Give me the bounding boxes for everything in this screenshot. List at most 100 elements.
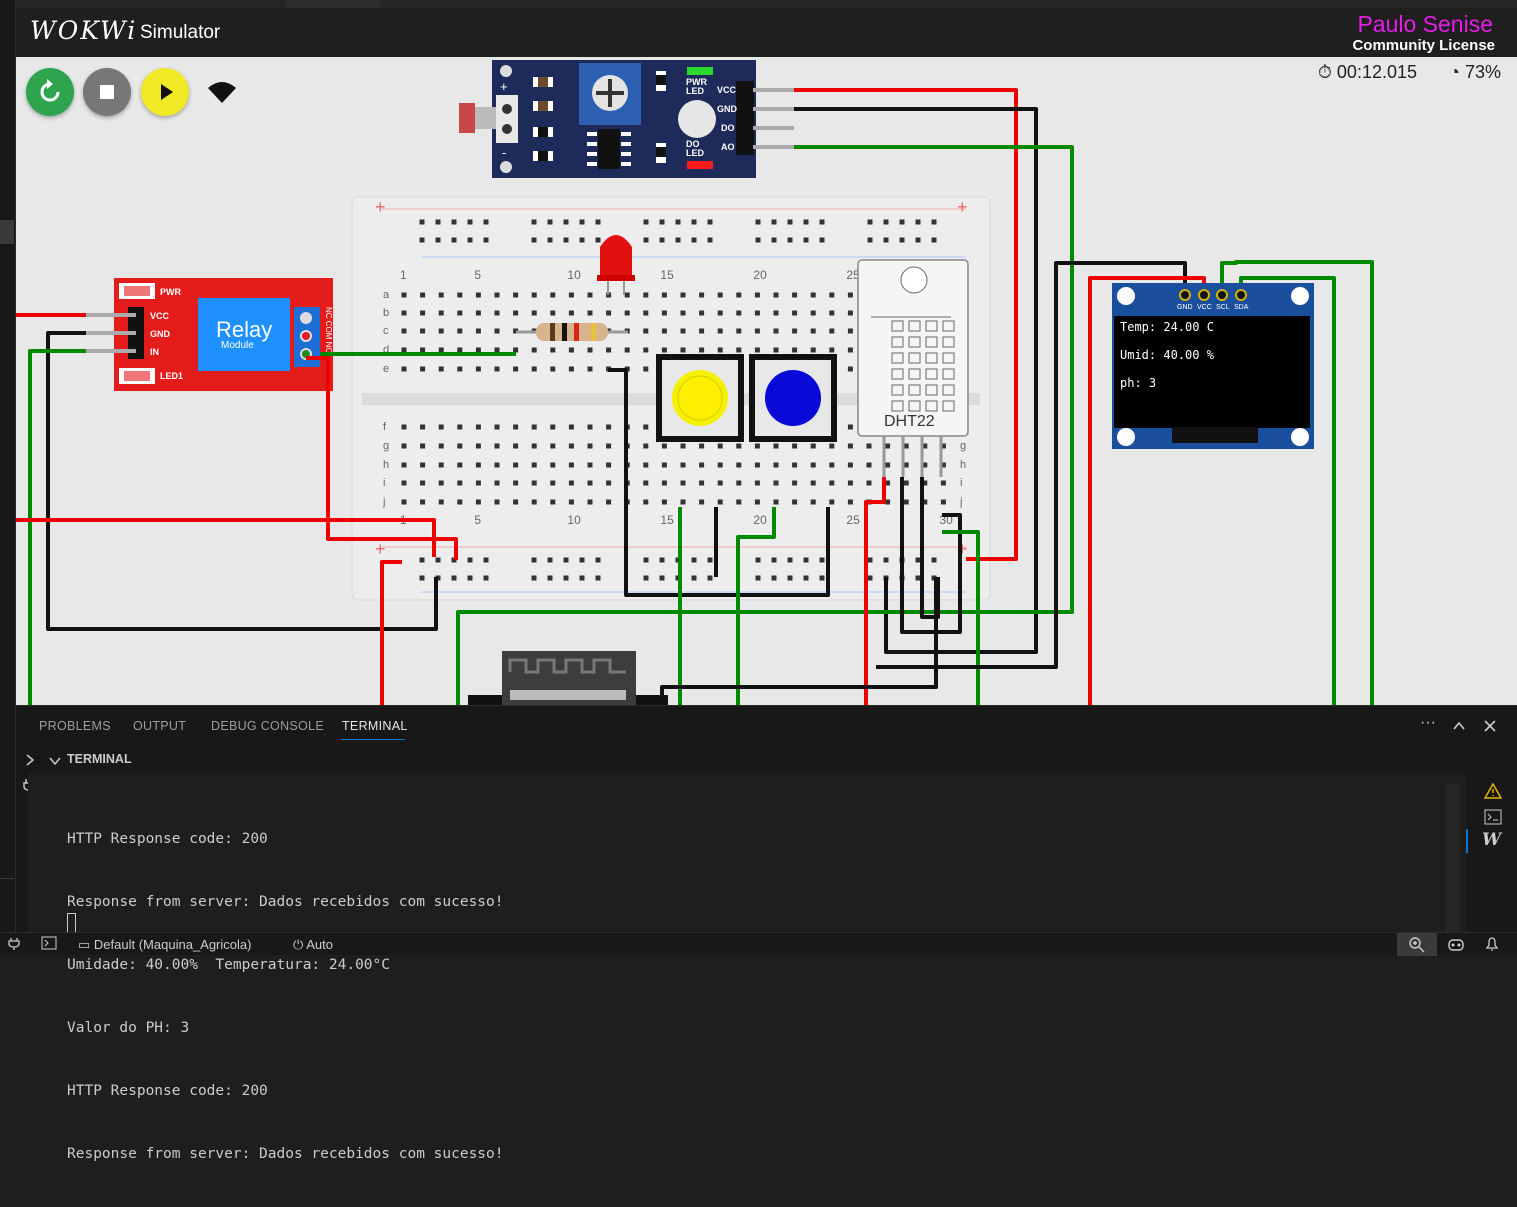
terminal-cursor: [67, 913, 76, 933]
breadboard-hole: [401, 462, 407, 468]
sim-speed: ◔ 73%: [1449, 62, 1501, 82]
play-button[interactable]: [141, 68, 189, 116]
breadboard-hole: [420, 424, 426, 430]
breadboard-hole: [401, 443, 407, 449]
wokwi-terminal-icon[interactable]: W: [1482, 830, 1501, 850]
breadboard-row-label: a: [383, 289, 390, 301]
oled-line-umid: Umid: 40.00 %: [1120, 348, 1215, 362]
breadboard-hole: [568, 424, 574, 430]
breadboard-hole: [513, 443, 519, 449]
breadboard-hole: [595, 575, 601, 581]
breadboard-hole: [829, 328, 835, 334]
breadboard-hole: [475, 328, 481, 334]
tab-terminal[interactable]: TERMINAL: [342, 719, 408, 733]
tab-debug-console[interactable]: DEBUG CONSOLE: [211, 719, 324, 733]
breadboard-hole: [420, 480, 426, 486]
breadboard-hole: [587, 499, 593, 505]
stopwatch-icon: ⏱: [1317, 62, 1332, 82]
breadboard-hole: [883, 237, 889, 243]
breadboard-row-label: e: [383, 363, 389, 375]
breadboard-hole: [866, 462, 872, 468]
blue-pushbutton[interactable]: [749, 354, 837, 442]
breadboard-hole: [494, 424, 500, 430]
breadboard-hole: [550, 462, 556, 468]
breadboard-hole: [475, 462, 481, 468]
breadboard-hole: [717, 462, 723, 468]
tab-problems[interactable]: PROBLEMS: [39, 719, 111, 733]
breadboard-hole: [847, 292, 853, 298]
plug-status-icon[interactable]: [8, 937, 20, 951]
maximize-panel-icon[interactable]: [1452, 719, 1466, 733]
stop-button[interactable]: [83, 68, 131, 116]
ldr-sensor-module[interactable]: +- PWRLED DOLED VCC GND DO AO: [459, 60, 794, 178]
breadboard-hole: [810, 328, 816, 334]
oled-display[interactable]: GND VCC SCL SDA Temp: 24.00 C Umid: 40.0…: [1112, 283, 1314, 449]
breadboard-hole: [483, 575, 489, 581]
breadboard-hole: [438, 462, 444, 468]
breadboard-hole: [717, 443, 723, 449]
breadboard-hole: [736, 292, 742, 298]
more-actions-icon[interactable]: ···: [1420, 714, 1436, 732]
breadboard-hole: [803, 575, 809, 581]
breadboard-hole: [829, 347, 835, 353]
close-panel-icon[interactable]: [1483, 719, 1497, 733]
restart-button[interactable]: [26, 68, 74, 116]
terminal-section-title[interactable]: TERMINAL: [67, 752, 132, 766]
breadboard-hole: [787, 219, 793, 225]
terminal-scrollbar[interactable]: [1446, 784, 1460, 932]
breadboard-hole: [475, 366, 481, 372]
breadboard-hole: [513, 347, 519, 353]
terminal-icon[interactable]: [1484, 809, 1502, 825]
breadboard-hole: [531, 424, 537, 430]
breadboard-hole: [467, 557, 473, 563]
chevron-down-icon[interactable]: [49, 755, 61, 767]
breadboard-hole: [643, 443, 649, 449]
breadboard-hole: [494, 366, 500, 372]
relay-module[interactable]: PWR LED1 VCC GND IN Relay Module NC COM …: [86, 278, 333, 391]
breadboard-hole: [829, 443, 835, 449]
copilot-icon[interactable]: [1447, 936, 1465, 952]
breadboard-hole: [513, 480, 519, 486]
active-tab-indicator: [341, 739, 405, 740]
breadboard-hole: [680, 310, 686, 316]
zoom-button[interactable]: [1397, 933, 1437, 956]
breadboard-hole: [773, 310, 779, 316]
breadboard-column-label: 20: [753, 513, 767, 527]
breadboard-hole: [675, 219, 681, 225]
simulation-canvas[interactable]: + + + + 115510101515202025253030 aabbccd…: [16, 57, 1517, 705]
profile-status[interactable]: ▭ Default (Maquina_Agricola): [78, 937, 251, 953]
wifi-icon[interactable]: [206, 79, 238, 107]
breadboard-hole: [494, 310, 500, 316]
relay-pin-in: IN: [150, 347, 159, 357]
terminal-output[interactable]: HTTP Response code: 200 Response from se…: [28, 773, 1466, 1162]
notifications-icon[interactable]: [1484, 936, 1500, 952]
breadboard-hole: [451, 219, 457, 225]
breadboard-hole: [659, 237, 665, 243]
breadboard-hole: [494, 328, 500, 334]
breadboard-hole: [659, 219, 665, 225]
breadboard-hole: [563, 557, 569, 563]
mode-status[interactable]: ⏻ Auto: [293, 937, 333, 953]
breadboard-hole: [568, 443, 574, 449]
esp32-board[interactable]: [468, 651, 668, 705]
breadboard-hole: [420, 366, 426, 372]
chevron-right-icon[interactable]: [24, 754, 36, 766]
wokwi-logo: WOKWi: [30, 16, 138, 45]
breadboard-hole: [903, 499, 909, 505]
warning-icon[interactable]: [1484, 783, 1502, 799]
breadboard-hole: [438, 310, 444, 316]
breadboard-hole: [699, 347, 705, 353]
breadboard-hole: [531, 480, 537, 486]
breadboard-hole: [803, 219, 809, 225]
yellow-pushbutton[interactable]: [656, 354, 744, 442]
breadboard-hole: [707, 237, 713, 243]
stop-icon: [100, 85, 114, 99]
breadboard-hole: [819, 237, 825, 243]
breadboard-hole: [494, 292, 500, 298]
tab-output[interactable]: OUTPUT: [133, 719, 186, 733]
terminal-status-icon[interactable]: [41, 936, 57, 950]
breadboard-hole: [691, 575, 697, 581]
simulator-header: WOKWi Simulator Paulo Senise Community L…: [16, 0, 1517, 57]
breadboard-hole: [550, 292, 556, 298]
breadboard-hole: [606, 424, 612, 430]
